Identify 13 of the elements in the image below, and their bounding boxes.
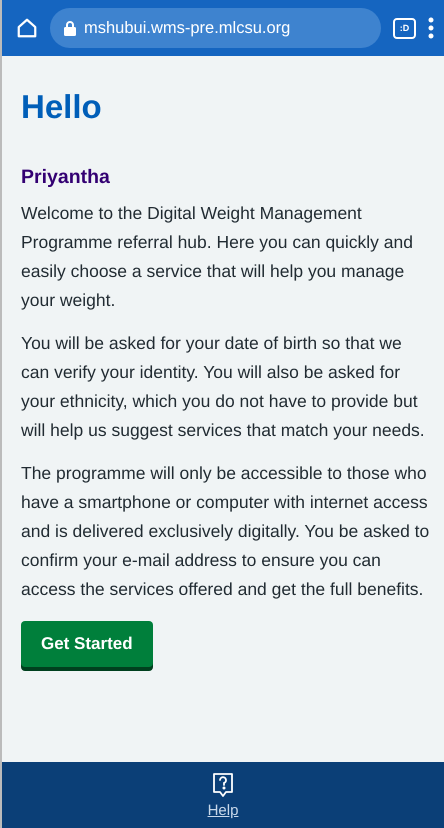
paragraph: The programme will only be accessible to those who have a smartphone or computer with internet access and is delivered exclusively digitally. You be asked to confirm your e-mail address to ensure you can access the services offered and get the full benefits.: [21, 462, 430, 601]
paragraph: You will be asked for your date of birth so that we can verify your identity. You will also be asked for your ethnicity, which you do not have to provide but will help us suggest services that match your needs.: [21, 332, 426, 442]
more-options-icon[interactable]: [428, 17, 434, 39]
paragraph: Welcome to the Digital Weight Management Programme referral hub. Here you can quickly and easily choose a service that will help you manage your weight.: [21, 202, 414, 312]
tab-switcher[interactable]: :D: [393, 18, 416, 38]
home-icon[interactable]: [16, 17, 38, 39]
user-name: Priyantha: [21, 166, 111, 189]
lock-icon: [64, 20, 76, 36]
help-icon[interactable]: [212, 772, 234, 798]
address-bar[interactable]: mshubui.wms-pre.mlcsu.org: [50, 8, 381, 48]
page-heading: Hello: [21, 88, 103, 126]
get-started-button[interactable]: Get Started: [21, 621, 153, 667]
help-link[interactable]: Help: [208, 802, 238, 818]
